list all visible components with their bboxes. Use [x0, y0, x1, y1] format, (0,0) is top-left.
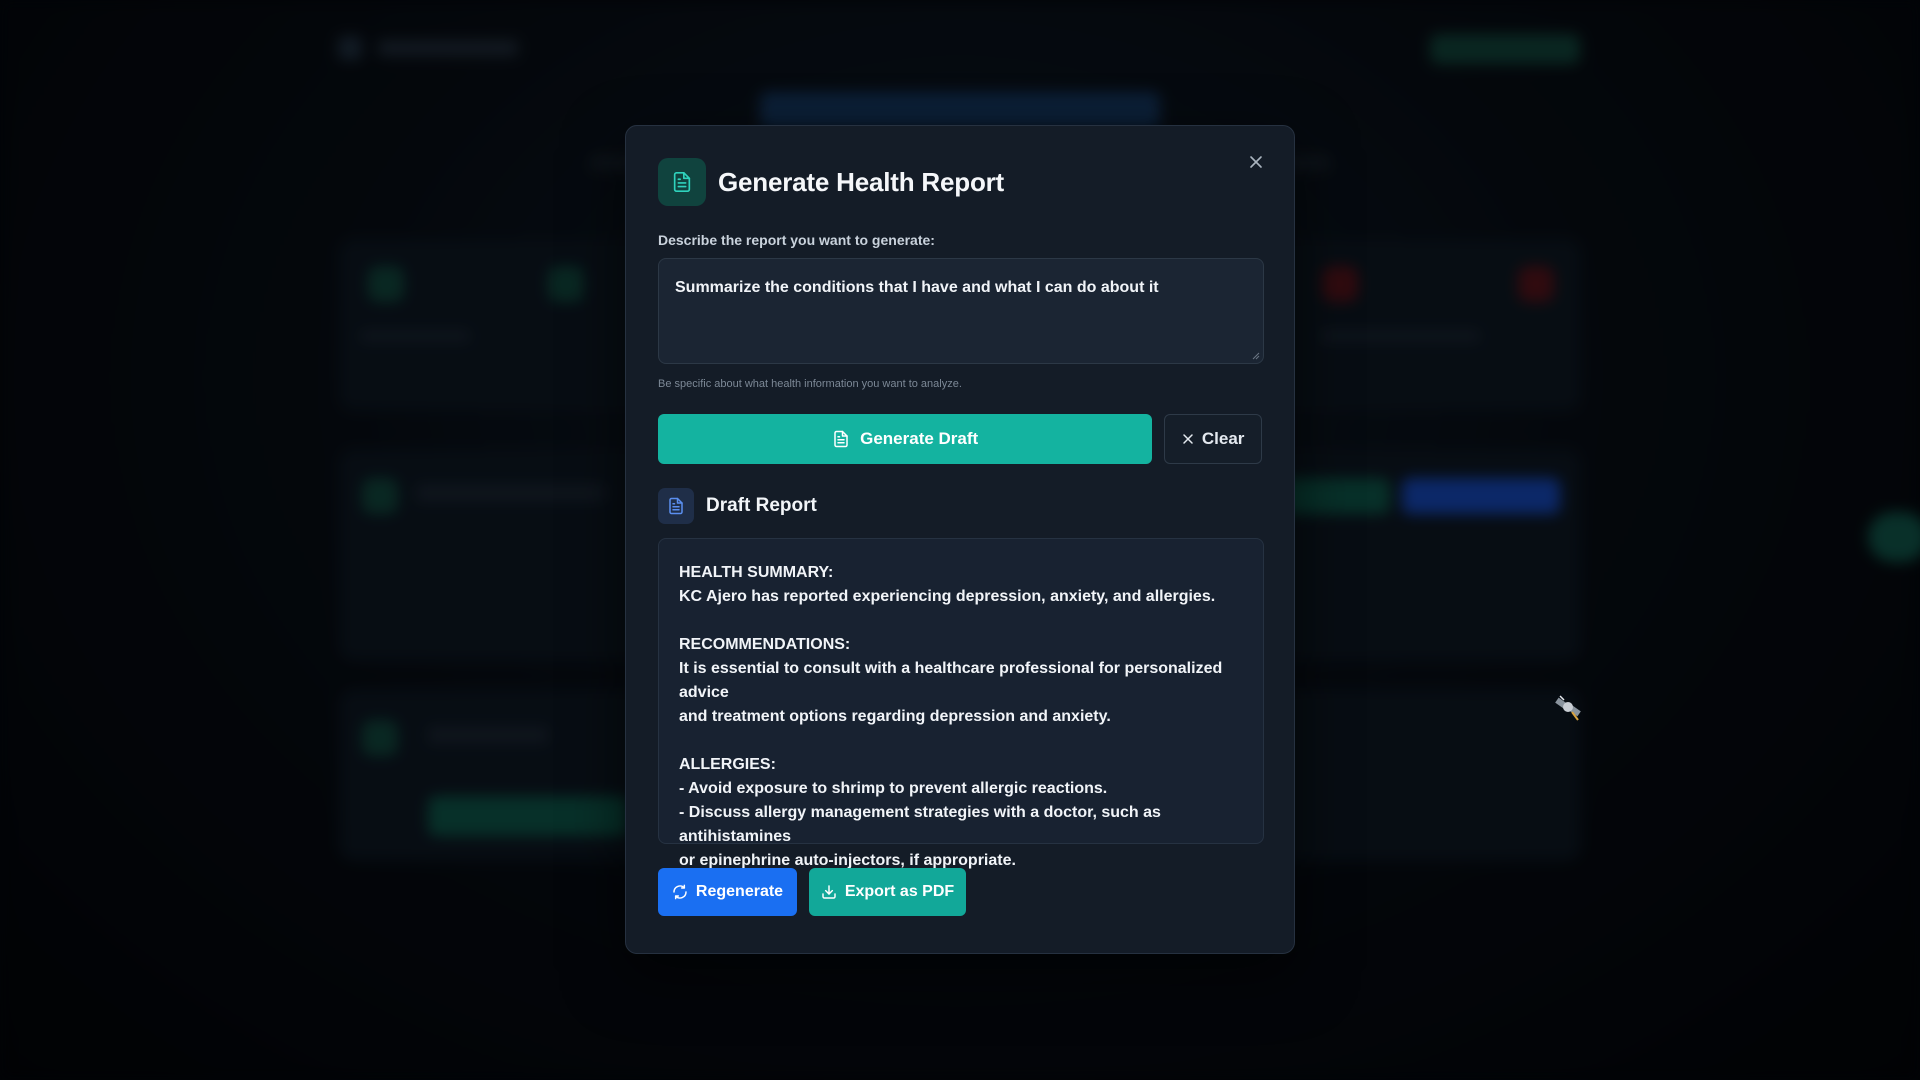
report-prompt-textarea[interactable]: Summarize the conditions that I have and…	[658, 258, 1264, 364]
draft-line: and treatment options regarding depressi…	[679, 708, 1111, 725]
close-icon	[1250, 156, 1262, 168]
generate-report-modal: Generate Health Report Describe the repo…	[625, 125, 1295, 954]
close-button[interactable]	[1244, 150, 1268, 174]
modal-header: Generate Health Report	[658, 158, 1262, 206]
generate-actions: Generate Draft Clear	[658, 414, 1262, 464]
draft-report-content: HEALTH SUMMARY: KC Ajero has reported ex…	[658, 538, 1264, 869]
draft-line-spacer	[679, 729, 1243, 753]
document-icon	[658, 158, 706, 206]
export-pdf-label: Export as PDF	[844, 883, 955, 900]
prompt-hint: Be specific about what health informatio…	[658, 378, 962, 390]
draft-report-title: Draft Report	[706, 495, 817, 516]
resize-handle-icon[interactable]	[1252, 352, 1260, 360]
generate-draft-label: Generate Draft	[860, 429, 979, 448]
clear-button[interactable]: Clear	[1164, 414, 1262, 464]
draft-line: RECOMMENDATIONS:	[679, 636, 851, 653]
regenerate-label: Regenerate	[695, 883, 784, 900]
document-icon	[834, 430, 848, 448]
prompt-label: Describe the report you want to generate…	[658, 232, 935, 248]
draft-line: - Avoid exposure to shrimp to prevent al…	[679, 780, 1108, 797]
draft-line: HEALTH SUMMARY:	[679, 564, 834, 581]
refresh-icon	[673, 884, 687, 900]
draft-line: KC Ajero has reported experiencing depre…	[679, 588, 1216, 605]
draft-report-header: Draft Report	[658, 488, 1262, 524]
draft-line: - Discuss allergy management strategies …	[679, 804, 1161, 845]
document-icon	[658, 488, 694, 524]
download-icon	[822, 885, 836, 899]
prompt-text: Summarize the conditions that I have and…	[675, 279, 1159, 296]
close-icon	[1183, 434, 1193, 444]
modal-title: Generate Health Report	[718, 166, 1005, 197]
satellite-cursor-icon	[1555, 695, 1581, 721]
draft-line-spacer	[679, 609, 1243, 633]
generate-draft-button[interactable]: Generate Draft	[658, 414, 1153, 464]
clear-label: Clear	[1201, 429, 1245, 448]
draft-line: ALLERGIES:	[679, 756, 776, 773]
export-pdf-button[interactable]: Export as PDF	[809, 868, 966, 916]
draft-line: It is essential to consult with a health…	[679, 660, 1223, 701]
regenerate-button[interactable]: Regenerate	[658, 868, 797, 916]
draft-actions: Regenerate Export as PDF	[658, 868, 1262, 916]
